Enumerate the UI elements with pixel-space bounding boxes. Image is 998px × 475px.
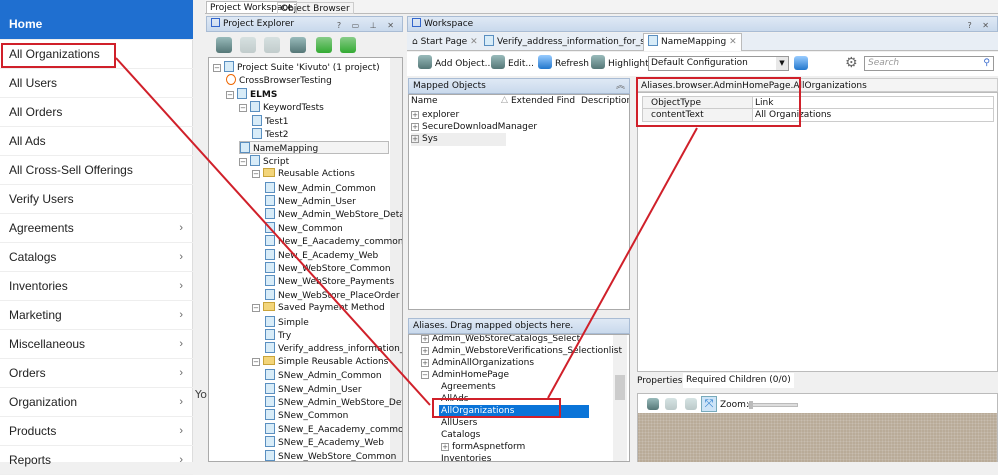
annotation-lines (115, 57, 698, 406)
annotation-line (547, 127, 698, 399)
annotation-line (115, 57, 431, 406)
